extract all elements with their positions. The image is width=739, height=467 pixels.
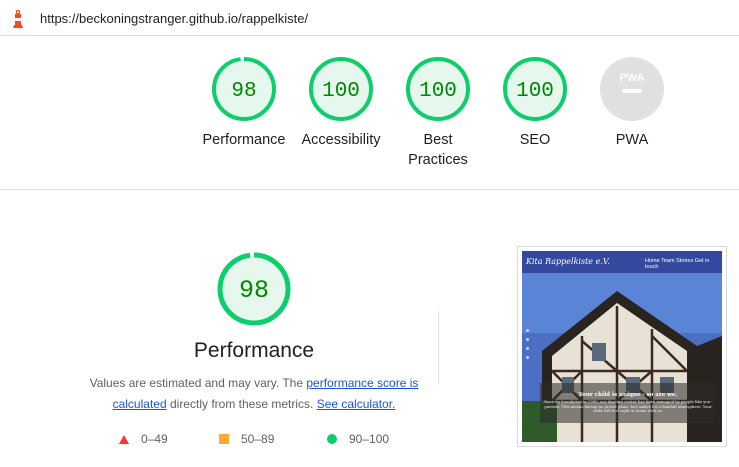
thumb-body: Since its foundation in 1990, our daycar… [543,399,713,414]
gauge-label: Performance [202,132,286,148]
gauge-label: SEO [519,132,551,148]
gauge-score: 100 [516,80,554,103]
thumb-brand: Kita Rappelkiste e.V. [526,257,610,266]
gauge-ring: 98 [212,57,276,121]
lighthouse-icon [13,10,23,28]
gauge-seo[interactable]: 100 SEO [485,56,585,150]
gauge-score: 100 [322,80,360,103]
legend-range: 0–49 [141,432,168,446]
desc-prefix: Values are estimated and may vary. The [89,376,307,390]
gauge-score: 100 [419,80,457,103]
gauge-score: 98 [231,80,256,103]
pwa-badge-icon: PWA [600,57,664,121]
performance-gauge: 98 [217,252,291,326]
legend-fail: 0–49 [119,432,168,446]
gauge-label: Best Practices [408,132,468,168]
performance-description: Values are estimated and may vary. The p… [88,373,420,415]
gauge-label: PWA [615,132,649,148]
desc-middle: directly from these metrics. [166,397,317,411]
pwa-badge-text: PWA [619,72,644,84]
performance-section: 98 Performance Values are estimated and … [0,191,739,467]
thumb-headline: Your child is unique - so are we. [578,392,678,398]
performance-title: Performance [193,339,315,362]
screenshot-image: Kita Rappelkiste e.V. Home Team Stories … [522,251,722,442]
gauge-label: Accessibility [301,132,381,148]
gauge-pwa[interactable]: PWA PWA [582,56,682,150]
calculator-link[interactable]: See calculator. [317,397,396,411]
legend-pass: 90–100 [327,432,389,446]
legend-range: 90–100 [349,432,390,446]
gauge-ring: 100 [309,57,373,121]
gauge-best-practices[interactable]: 100 Best Practices [388,56,488,170]
score-summary: 98 Performance 100 Accessibility 100 Bes… [0,37,739,190]
legend-range: 50–89 [241,432,275,446]
url-bar: https://beckoningstranger.github.io/rapp… [0,0,739,36]
gauge-performance[interactable]: 98 Performance [194,56,294,150]
gauge-ring: 100 [503,57,567,121]
legend-average: 50–89 [219,432,274,446]
thumb-nav-links: Home Team Stories Get in touch [645,258,710,270]
carousel-dots [526,329,529,365]
section-divider [438,311,439,383]
square-icon [219,434,229,444]
gauge-accessibility[interactable]: 100 Accessibility [291,56,391,150]
report-url[interactable]: https://beckoningstranger.github.io/rapp… [40,11,308,26]
performance-score: 98 [239,276,269,305]
final-screenshot[interactable]: Kita Rappelkiste e.V. Home Team Stories … [517,246,727,447]
thumb-navbar: Kita Rappelkiste e.V. Home Team Stories … [522,251,722,273]
triangle-icon [119,434,129,444]
circle-icon [327,434,337,444]
gauge-ring: 100 [406,57,470,121]
